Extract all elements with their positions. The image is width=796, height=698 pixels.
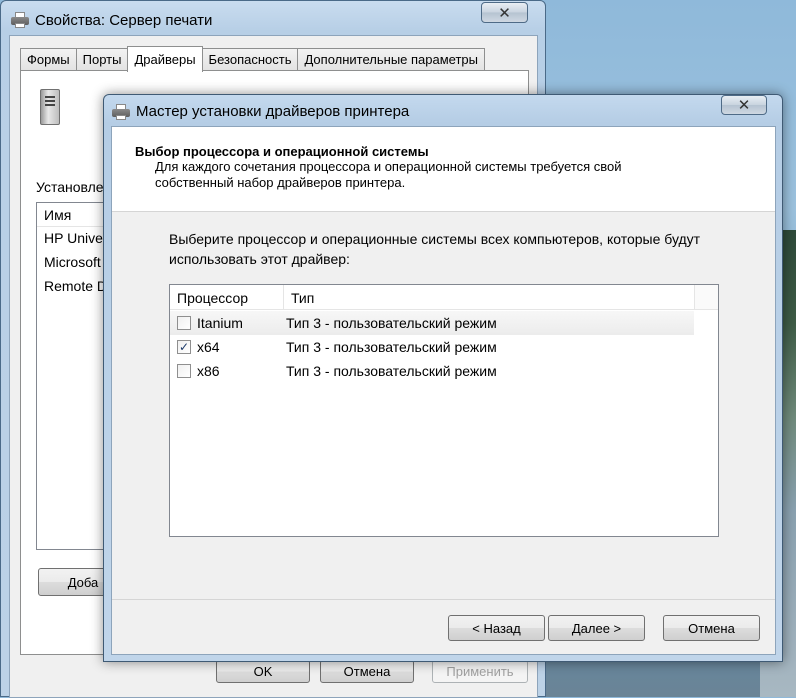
- window-title: Мастер установки драйверов принтера: [136, 103, 410, 120]
- printer-icon: [112, 103, 130, 120]
- column-header-type[interactable]: Тип: [284, 285, 321, 309]
- tab-forms[interactable]: Формы: [20, 48, 77, 70]
- table-row[interactable]: x86 Тип 3 - пользовательский режим: [170, 359, 694, 383]
- checkbox-x86[interactable]: [177, 364, 191, 378]
- tab-advanced[interactable]: Дополнительные параметры: [297, 48, 485, 70]
- wizard-titlebar[interactable]: Мастер установки драйверов принтера: [112, 103, 409, 120]
- server-properties-titlebar[interactable]: Свойства: Сервер печати: [11, 9, 212, 31]
- list-header: Процессор Тип: [170, 285, 694, 310]
- close-button[interactable]: ✕: [481, 2, 528, 23]
- tab-drivers[interactable]: Драйверы: [127, 46, 203, 72]
- printer-icon: [11, 12, 29, 28]
- installed-drivers-label: Установле: [36, 179, 104, 195]
- wizard-client: Выбор процессора и операционной системы …: [111, 126, 776, 655]
- cancel-button[interactable]: Отмена: [320, 660, 414, 683]
- wizard-header: Выбор процессора и операционной системы …: [112, 127, 775, 212]
- cancel-button[interactable]: Отмена: [663, 615, 760, 641]
- window-title: Свойства: Сервер печати: [35, 11, 213, 29]
- driver-type: Тип 3 - пользовательский режим: [286, 339, 497, 355]
- checkbox-itanium[interactable]: [177, 316, 191, 330]
- tab-security[interactable]: Безопасность: [201, 48, 299, 70]
- processor-list[interactable]: Процессор Тип Itanium Тип 3 - пользовате…: [169, 284, 719, 537]
- table-row[interactable]: Itanium Тип 3 - пользовательский режим: [170, 311, 694, 335]
- instructions-text: Выберите процессор и операционные систем…: [169, 231, 701, 267]
- driver-type: Тип 3 - пользовательский режим: [286, 315, 497, 331]
- back-button[interactable]: < Назад: [448, 615, 545, 641]
- ok-button[interactable]: OK: [216, 660, 310, 683]
- next-button[interactable]: Далее >: [548, 615, 645, 641]
- tab-strip: Формы Порты Драйверы Безопасность Дополн…: [20, 46, 485, 72]
- column-header-processor[interactable]: Процессор: [170, 285, 284, 309]
- close-button[interactable]: ✕: [721, 95, 767, 115]
- apply-button: Применить: [432, 660, 528, 683]
- table-row[interactable]: ✓ x64 Тип 3 - пользовательский режим: [170, 335, 694, 359]
- footer-divider: [112, 599, 775, 600]
- processor-name: x64: [197, 339, 220, 355]
- tab-ports[interactable]: Порты: [75, 48, 129, 70]
- processor-name: x86: [197, 363, 220, 379]
- list-header-filler: [694, 285, 718, 310]
- server-icon: [40, 89, 60, 125]
- driver-wizard-window: Мастер установки драйверов принтера ✕ Вы…: [103, 94, 783, 662]
- checkbox-x64[interactable]: ✓: [177, 340, 191, 354]
- driver-type: Тип 3 - пользовательский режим: [286, 363, 497, 379]
- wizard-header-title: Выбор процессора и операционной системы: [135, 144, 429, 159]
- processor-name: Itanium: [197, 315, 243, 331]
- wizard-header-subtitle: Для каждого сочетания процессора и опера…: [155, 159, 622, 190]
